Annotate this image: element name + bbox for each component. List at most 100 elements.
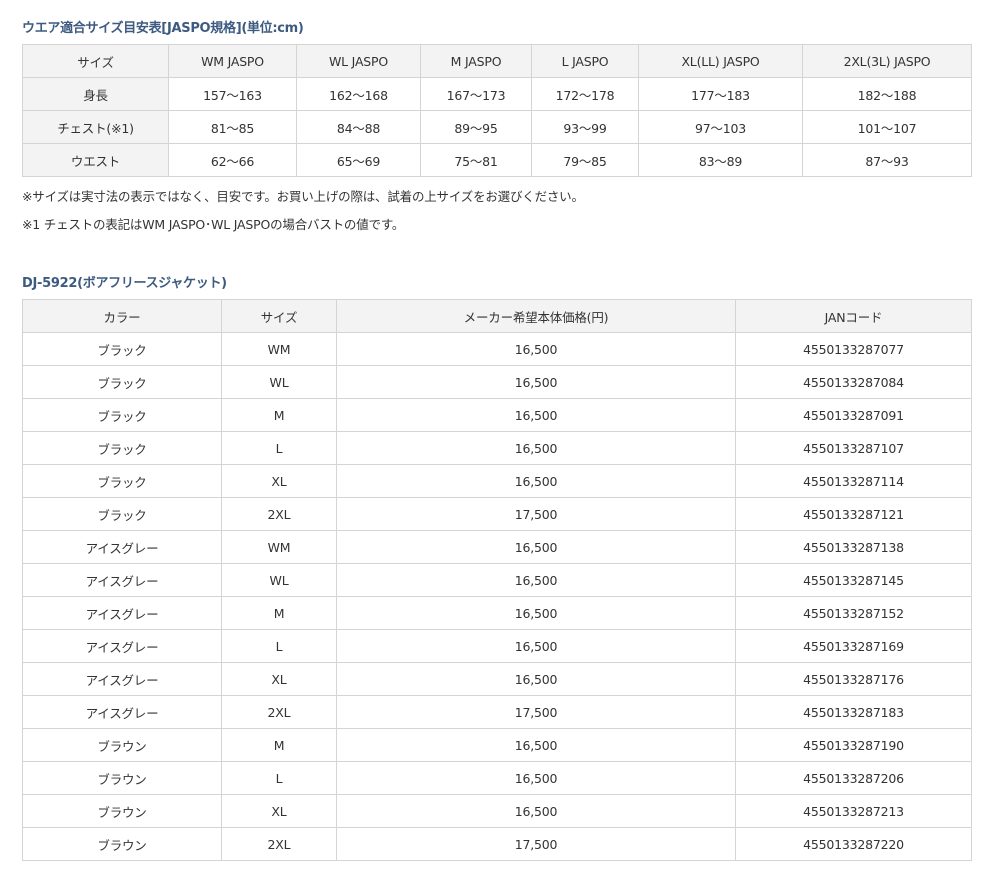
product-cell: XL [221, 464, 337, 498]
product-table-row: アイスグレー M 16,500 4550133287152 [22, 596, 972, 630]
product-table-row: アイスグレー L 16,500 4550133287169 [22, 629, 972, 663]
product-cell: M [221, 596, 337, 630]
product-table-title: DJ-5922(ボアフリースジャケット) [22, 276, 227, 291]
product-cell: 2XL [221, 497, 337, 531]
product-cell: 4550133287190 [735, 728, 972, 762]
column-header: JANコード [735, 299, 972, 333]
product-cell: 4550133287213 [735, 794, 972, 828]
product-cell: 16,500 [336, 596, 736, 630]
product-cell: アイスグレー [22, 629, 222, 663]
product-cell: WL [221, 563, 337, 597]
product-table-row: ブラック WL 16,500 4550133287084 [22, 365, 972, 399]
size-cell: 101〜107 [802, 110, 972, 144]
size-cell: 167〜173 [420, 77, 532, 111]
product-cell: ブラック [22, 431, 222, 465]
column-header: サイズ [22, 44, 169, 78]
product-cell: 16,500 [336, 365, 736, 399]
product-cell: M [221, 398, 337, 432]
product-cell: ブラック [22, 464, 222, 498]
product-cell: ブラウン [22, 827, 222, 861]
product-table-row: ブラック XL 16,500 4550133287114 [22, 464, 972, 498]
size-cell: 157〜163 [168, 77, 297, 111]
size-table-row: チェスト(※1) 81〜85 84〜88 89〜95 93〜99 97〜103 101〜10… [22, 110, 972, 144]
product-cell: 4550133287206 [735, 761, 972, 795]
product-cell: L [221, 431, 337, 465]
row-header: チェスト(※1) [22, 110, 169, 144]
product-table-row: ブラック 2XL 17,500 4550133287121 [22, 497, 972, 531]
size-chart-table: サイズ WM JASPO WL JASPO M JASPO L JASPO XL(LL) … [22, 44, 972, 177]
product-table-row: ブラック L 16,500 4550133287107 [22, 431, 972, 465]
product-cell: 4550133287176 [735, 662, 972, 696]
size-table-row: ウエスト 62〜66 65〜69 75〜81 79〜85 83〜89 87〜93 [22, 143, 972, 177]
product-price-table: カラー サイズ メーカー希望本体価格(円) JANコード ブラック WM 16,500 455… [22, 299, 972, 861]
product-table-row: ブラウン 2XL 17,500 4550133287220 [22, 827, 972, 861]
product-cell: 17,500 [336, 695, 736, 729]
product-table-row: アイスグレー XL 16,500 4550133287176 [22, 662, 972, 696]
product-cell: 4550133287145 [735, 563, 972, 597]
product-cell: 16,500 [336, 662, 736, 696]
size-cell: 162〜168 [296, 77, 421, 111]
product-cell: 16,500 [336, 629, 736, 663]
product-cell: 16,500 [336, 464, 736, 498]
size-cell: 83〜89 [638, 143, 803, 177]
column-header: サイズ [221, 299, 337, 333]
product-cell: ブラック [22, 332, 222, 366]
product-cell: 16,500 [336, 563, 736, 597]
product-table-row: アイスグレー WL 16,500 4550133287145 [22, 563, 972, 597]
product-cell: M [221, 728, 337, 762]
product-cell: ブラック [22, 398, 222, 432]
size-cell: 79〜85 [531, 143, 639, 177]
size-table-header-row: サイズ WM JASPO WL JASPO M JASPO L JASPO XL(LL) … [22, 44, 972, 78]
product-cell: 17,500 [336, 497, 736, 531]
product-cell: 4550133287114 [735, 464, 972, 498]
row-header: ウエスト [22, 143, 169, 177]
column-header: XL(LL) JASPO [638, 44, 803, 78]
column-header: WL JASPO [296, 44, 421, 78]
product-cell: 16,500 [336, 431, 736, 465]
product-cell: XL [221, 794, 337, 828]
product-cell: 4550133287183 [735, 695, 972, 729]
column-header: カラー [22, 299, 222, 333]
size-cell: 81〜85 [168, 110, 297, 144]
size-cell: 182〜188 [802, 77, 972, 111]
product-cell: WL [221, 365, 337, 399]
product-table-header-row: カラー サイズ メーカー希望本体価格(円) JANコード [22, 299, 972, 333]
product-table-row: ブラック M 16,500 4550133287091 [22, 398, 972, 432]
column-header: メーカー希望本体価格(円) [336, 299, 736, 333]
product-cell: 16,500 [336, 332, 736, 366]
product-cell: アイスグレー [22, 530, 222, 564]
product-cell: 16,500 [336, 530, 736, 564]
product-cell: 2XL [221, 827, 337, 861]
product-cell: アイスグレー [22, 662, 222, 696]
product-cell: L [221, 761, 337, 795]
product-table-row: アイスグレー WM 16,500 4550133287138 [22, 530, 972, 564]
product-cell: 4550133287091 [735, 398, 972, 432]
product-cell: アイスグレー [22, 695, 222, 729]
product-cell: 16,500 [336, 761, 736, 795]
product-table-row: ブラウン XL 16,500 4550133287213 [22, 794, 972, 828]
product-cell: 4550133287077 [735, 332, 972, 366]
column-header: WM JASPO [168, 44, 297, 78]
product-cell: 16,500 [336, 398, 736, 432]
product-cell: 2XL [221, 695, 337, 729]
product-cell: ブラウン [22, 728, 222, 762]
product-table-row: ブラウン M 16,500 4550133287190 [22, 728, 972, 762]
product-cell: 16,500 [336, 794, 736, 828]
product-cell: 4550133287220 [735, 827, 972, 861]
column-header: 2XL(3L) JASPO [802, 44, 972, 78]
product-cell: アイスグレー [22, 563, 222, 597]
size-cell: 89〜95 [420, 110, 532, 144]
size-cell: 84〜88 [296, 110, 421, 144]
product-table-row: ブラウン L 16,500 4550133287206 [22, 761, 972, 795]
product-cell: WM [221, 332, 337, 366]
product-cell: WM [221, 530, 337, 564]
product-cell: 4550133287107 [735, 431, 972, 465]
size-table-row: 身長 157〜163 162〜168 167〜173 172〜178 177〜183 182… [22, 77, 972, 111]
product-cell: 17,500 [336, 827, 736, 861]
row-header: 身長 [22, 77, 169, 111]
size-cell: 93〜99 [531, 110, 639, 144]
product-cell: XL [221, 662, 337, 696]
product-cell: 4550133287084 [735, 365, 972, 399]
product-cell: アイスグレー [22, 596, 222, 630]
product-cell: 4550133287152 [735, 596, 972, 630]
